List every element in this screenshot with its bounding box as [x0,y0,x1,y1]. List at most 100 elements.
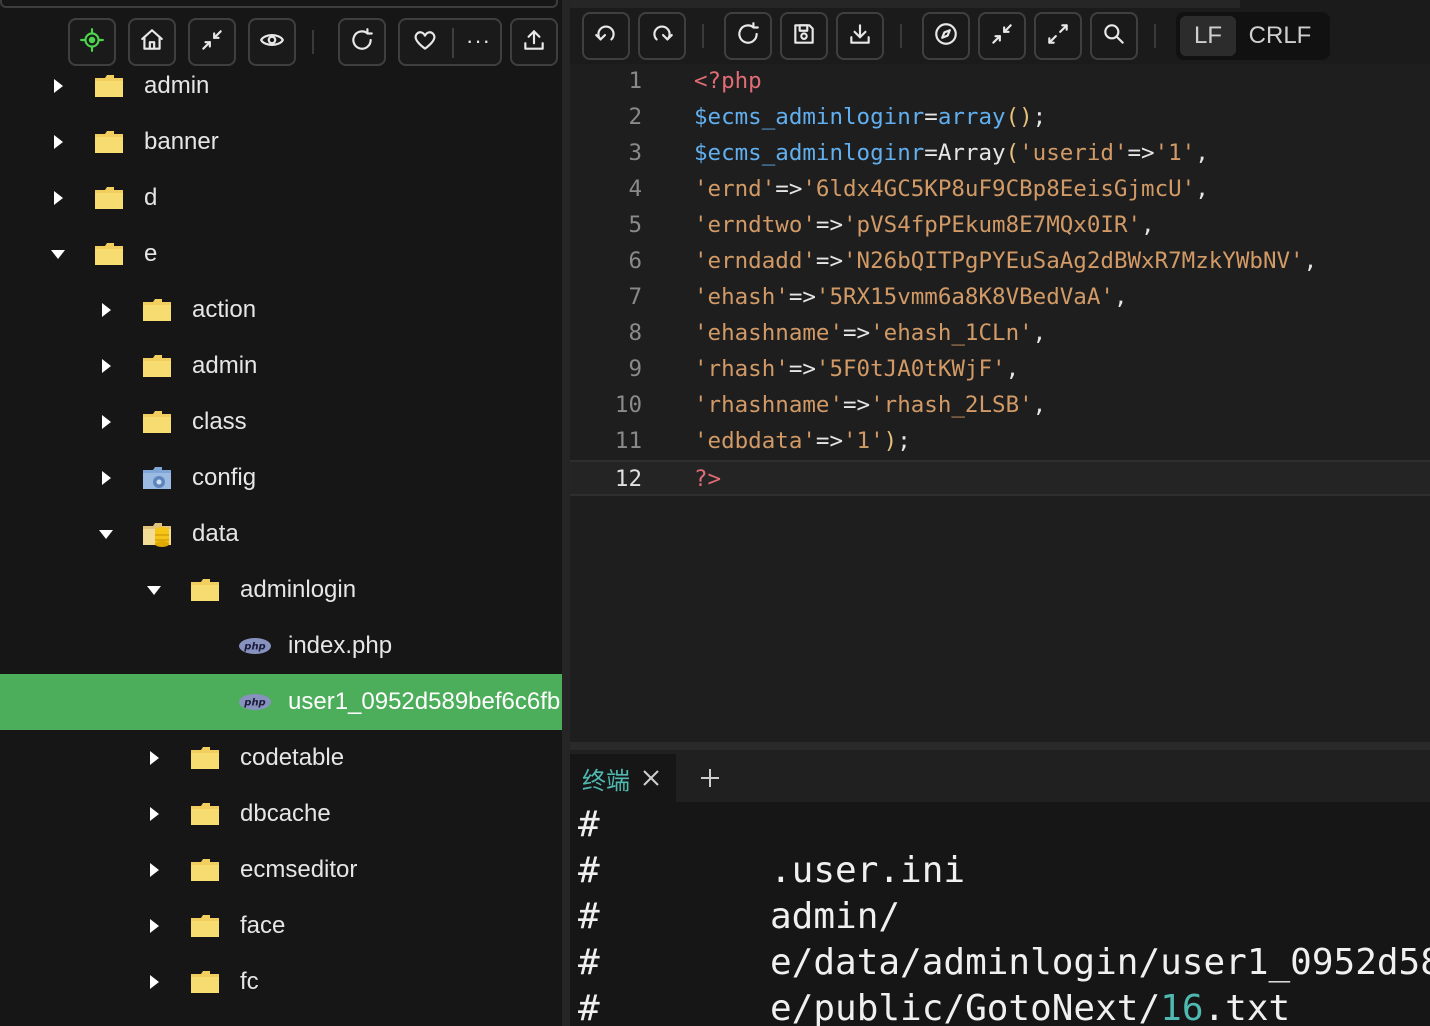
locate-button[interactable] [68,18,116,66]
caret-down-icon[interactable] [98,526,114,542]
folder-icon [190,968,220,996]
file-tree: admin banner d e action admin class config data a… [0,58,562,1010]
caret-right-icon[interactable] [50,78,66,94]
tree-folder-row[interactable]: action [0,282,562,338]
php-file-icon: php [238,692,272,712]
folder-icon [190,856,220,884]
tree-folder-row[interactable]: class [0,394,562,450]
tree-folder-row[interactable]: ecmseditor [0,842,562,898]
tree-folder-row[interactable]: config [0,450,562,506]
more-icon[interactable]: ··· [466,30,491,52]
tree-folder-row[interactable]: e [0,226,562,282]
download-button[interactable] [836,12,884,60]
code-token: , [1005,356,1020,382]
add-terminal-icon[interactable] [698,766,722,790]
terminal-tab[interactable]: 终端 [570,754,676,802]
code-line[interactable]: 9 'rhash'=>'5F0tJA0tKWjF', [570,352,1430,388]
tree-folder-row[interactable]: fc [0,954,562,1010]
toolbar-top-edge [570,0,1240,8]
code-line[interactable]: 3 $ecms_adminloginr=Array('userid'=>'1', [570,136,1430,172]
terminal-resize-handle[interactable] [570,742,1430,750]
folder-icon [94,184,124,212]
code-token: '5RX15vmm6a8K8VBedVaA' [815,284,1114,310]
caret-right-icon[interactable] [146,918,162,934]
tree-folder-row[interactable]: admin [0,338,562,394]
collapse-editor-button[interactable] [978,12,1026,60]
redo-icon [649,21,675,52]
code-token: ?> [694,466,722,492]
reload-button[interactable] [724,12,772,60]
heart-icon[interactable] [412,27,438,58]
caret-right-icon[interactable] [50,190,66,206]
database-folder-icon [142,520,172,548]
code-text: $ecms_adminloginr=Array('userid'=>'1', [694,140,1209,166]
terminal-prompt: # [578,850,600,891]
undo-button[interactable] [582,12,630,60]
caret-down-icon[interactable] [146,582,162,598]
tree-folder-row[interactable]: data [0,506,562,562]
caret-right-icon[interactable] [98,470,114,486]
panel-resize-handle[interactable] [562,0,570,1026]
navigate-button[interactable] [922,12,970,60]
search-button[interactable] [1090,12,1138,60]
code-token: ) [883,428,898,454]
code-line[interactable]: 6 'erndadd'=>'N26bQITPgPYEuSaAg2dBWxR7Mzk… [570,244,1430,280]
code-token: => [843,392,871,418]
code-line[interactable]: 11 'edbdata'=>'1'); [570,424,1430,460]
tree-item-label: user1_0952d589bef6c6fb [288,688,561,715]
code-line[interactable]: 2 $ecms_adminloginr=array(); [570,100,1430,136]
group-divider [452,28,454,58]
code-editor[interactable]: 1 <?php 2 $ecms_adminloginr=array(); 3 $ecms_… [570,64,1430,742]
terminal-text: e/data/adminlogin/user1_0952d589bef6c6fb [770,942,1430,983]
code-token: <?php [694,68,762,94]
tree-file-row[interactable]: php user1_0952d589bef6c6fb [0,674,562,730]
tree-item-label: index.php [288,632,393,659]
svg-text:php: php [243,642,265,653]
expand-editor-button[interactable] [1034,12,1082,60]
code-token: 'ehash' [694,284,789,310]
code-line[interactable]: 8 'ehashname'=>'ehash_1CLn', [570,316,1430,352]
caret-right-icon[interactable] [98,302,114,318]
code-line[interactable]: 4 'ernd'=>'6ldx4GC5KP8uF9CBp8EeisGjmcU', [570,172,1430,208]
code-token: , [1141,212,1155,238]
code-line[interactable]: 7 'ehash'=>'5RX15vmm6a8K8VBedVaA', [570,280,1430,316]
save-icon [791,21,817,52]
toggle-hidden-button[interactable] [248,18,296,66]
caret-right-icon[interactable] [98,414,114,430]
code-token: 'rhashname' [694,392,844,418]
tree-item-label: ecmseditor [240,856,358,883]
caret-right-icon[interactable] [146,974,162,990]
tree-folder-row[interactable]: codetable [0,730,562,786]
code-line[interactable]: 1 <?php [570,64,1430,100]
upload-button[interactable] [510,18,558,66]
home-button[interactable] [128,18,176,66]
refresh-button[interactable] [338,18,386,66]
code-line[interactable]: 12 ?> [570,460,1430,496]
code-text: 'ernd'=>'6ldx4GC5KP8uF9CBp8EeisGjmcU', [694,176,1209,202]
code-line[interactable]: 10 'rhashname'=>'rhash_2LSB', [570,388,1430,424]
tree-folder-row[interactable]: banner [0,114,562,170]
eol-crlf-option[interactable]: CRLF [1236,16,1324,56]
redo-button[interactable] [638,12,686,60]
eol-lf-option[interactable]: LF [1180,16,1236,56]
caret-right-icon[interactable] [50,134,66,150]
tree-folder-row[interactable]: d [0,170,562,226]
caret-right-icon[interactable] [146,806,162,822]
tree-folder-row[interactable]: face [0,898,562,954]
tree-file-row[interactable]: php index.php [0,618,562,674]
caret-right-icon[interactable] [98,358,114,374]
collapse-all-button[interactable] [188,18,236,66]
tree-folder-row[interactable]: dbcache [0,786,562,842]
reload-icon [735,21,761,52]
save-button[interactable] [780,12,828,60]
tree-folder-row[interactable]: adminlogin [0,562,562,618]
code-line[interactable]: 5 'erndtwo'=>'pVS4fpPEkum8E7MQx0IR', [570,208,1430,244]
code-token: ; [897,428,911,454]
terminal-output[interactable]: # # .user.ini # admin/ # e/data/adminlogin/use… [570,802,1430,1026]
upload-icon [521,27,547,58]
caret-right-icon[interactable] [146,862,162,878]
code-text: 'erndtwo'=>'pVS4fpPEkum8E7MQx0IR', [694,212,1155,238]
close-icon[interactable] [640,767,662,789]
caret-down-icon[interactable] [50,246,66,262]
caret-right-icon[interactable] [146,750,162,766]
